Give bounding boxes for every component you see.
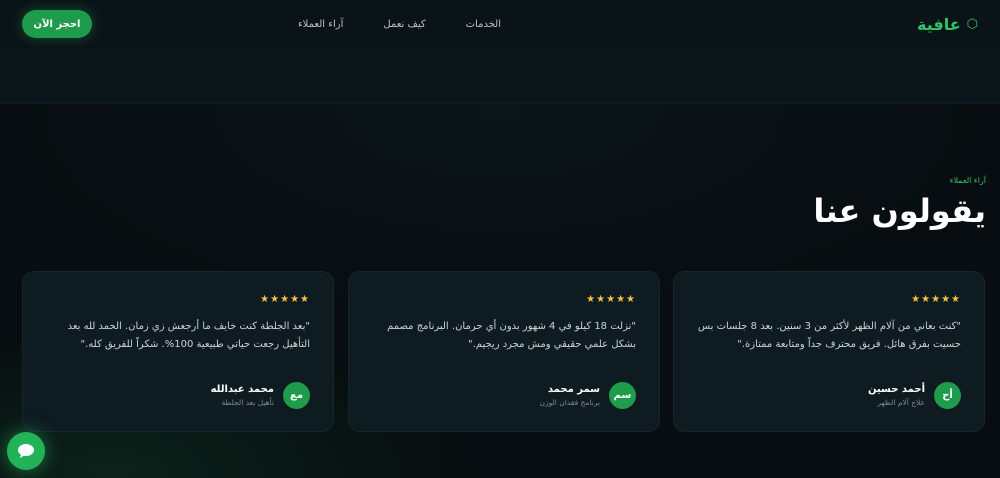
nav-link-how-it-works[interactable]: كيف نعمل	[383, 19, 425, 30]
author-name: أحمد حسين	[867, 384, 925, 395]
book-now-button[interactable]: احجز الآن	[22, 10, 92, 38]
nav-link-testimonials[interactable]: آراء العملاء	[298, 19, 343, 30]
author-name: محمد عبدالله	[210, 384, 274, 395]
nav-links: الخدمات كيف نعمل آراء العملاء	[298, 19, 501, 30]
testimonial-card: ★★★★★ "بعد الجلطة كنت خايف ما أرجعش زي ز…	[22, 271, 334, 432]
rating-stars: ★★★★★	[260, 294, 310, 305]
avatar: أح	[934, 382, 961, 409]
author-program: تأهيل بعد الجلطة	[221, 398, 274, 407]
hero-band	[0, 48, 1000, 104]
rating-stars: ★★★★★	[911, 294, 961, 305]
testimonial-quote: "كنت بعاني من آلام الظهر لأكثر من 3 سنين…	[697, 321, 961, 350]
rating-stars: ★★★★★	[586, 294, 636, 305]
hexagon-icon: ⬡	[966, 16, 978, 32]
avatar: سم	[609, 382, 636, 409]
author-name: سمر محمد	[547, 384, 600, 395]
testimonial-card: ★★★★★ "نزلت 18 كيلو في 4 شهور بدون أي حر…	[348, 271, 660, 432]
testimonial-author: سم سمر محمد برنامج فقدان الوزن	[539, 382, 636, 409]
section-title: يقولون عنا	[813, 192, 986, 230]
author-program: علاج آلام الظهر	[877, 398, 925, 407]
testimonial-quote: "نزلت 18 كيلو في 4 شهور بدون أي حرمان. ا…	[387, 321, 636, 350]
testimonial-author: أح أحمد حسين علاج آلام الظهر	[868, 382, 961, 409]
top-navbar: ⬡ عافية الخدمات كيف نعمل آراء العملاء اح…	[0, 0, 1000, 48]
chat-button[interactable]	[7, 432, 45, 470]
author-program: برنامج فقدان الوزن	[539, 398, 600, 407]
chat-bubble-icon	[18, 444, 34, 458]
testimonial-card: ★★★★★ "كنت بعاني من آلام الظهر لأكثر من …	[673, 271, 985, 432]
brand-logo[interactable]: ⬡ عافية	[917, 15, 978, 34]
testimonial-quote: "بعد الجلطة كنت خايف ما أرجعش زي زمان. ا…	[67, 321, 310, 350]
section-eyebrow: آراء العملاء	[949, 176, 986, 185]
brand-name: عافية	[916, 14, 961, 34]
testimonial-author: مع محمد عبدالله تأهيل بعد الجلطة	[211, 382, 310, 409]
nav-link-services[interactable]: الخدمات	[466, 19, 501, 30]
avatar: مع	[283, 382, 310, 409]
